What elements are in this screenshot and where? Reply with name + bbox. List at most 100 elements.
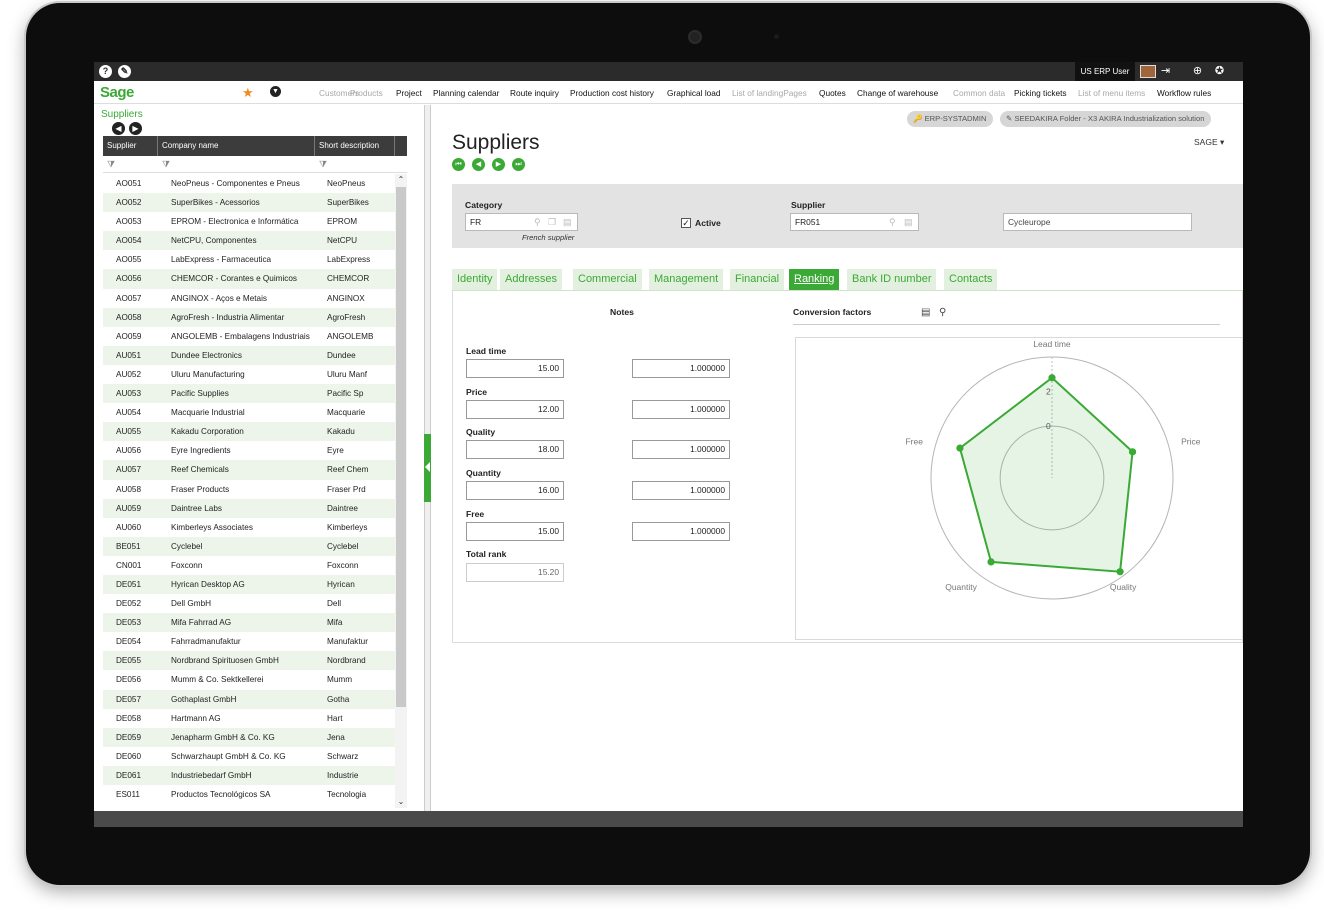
table-row[interactable]: CN001 Foxconn Foxconn — [103, 556, 395, 575]
tab-commercial[interactable]: Commercial — [573, 269, 642, 290]
list-icon[interactable]: ▤ — [563, 214, 572, 230]
wrench-icon[interactable]: ✎ — [118, 65, 131, 78]
table-row[interactable]: AO058 AgroFresh - Industria Alimentar Agro… — [103, 307, 395, 327]
menu-item[interactable]: Common data — [953, 88, 1005, 98]
scrollbar-thumb[interactable] — [396, 187, 406, 707]
col-short-description[interactable]: Short description — [315, 136, 395, 156]
table-row[interactable]: DE057 Gothaplast GmbH Gotha — [103, 689, 395, 709]
table-row[interactable]: AO055 LabExpress - Farmaceutica LabExpress — [103, 250, 395, 269]
table-row[interactable]: DE056 Mumm & Co. Sektkellerei Mumm — [103, 670, 395, 689]
table-row[interactable]: AU053 Pacific Supplies Pacific Sp — [103, 384, 395, 404]
logout-icon[interactable]: ⇥ — [1159, 65, 1172, 78]
menu-item[interactable]: Quotes — [819, 88, 846, 98]
tab-addresses[interactable]: Addresses — [500, 269, 562, 290]
folder-badge[interactable]: ✎ SEEDAKIRA Folder - X3 AKIRA Industrial… — [1000, 111, 1212, 127]
help-icon[interactable]: ? — [99, 65, 112, 78]
factor-field[interactable]: 1.000000 — [632, 359, 730, 378]
search-icon[interactable]: ⚲ — [889, 214, 896, 230]
table-row[interactable]: AU059 Daintree Labs Daintree — [103, 498, 395, 518]
table-row[interactable]: AO057 ANGINOX - Aços e Metais ANGINOX — [103, 289, 395, 308]
table-row[interactable]: DE051 Hyrican Desktop AG Hyrican — [103, 574, 395, 595]
zoom-icon[interactable]: ⚲ — [939, 307, 946, 318]
chevron-down-icon[interactable]: ▼ — [270, 86, 281, 97]
search-icon[interactable]: ⚲ — [534, 214, 541, 230]
factor-field[interactable]: 1.000000 — [632, 521, 730, 541]
table-row[interactable]: AU058 Fraser Products Fraser Prd — [103, 480, 395, 499]
prev-record-icon[interactable]: ◀ — [472, 158, 485, 171]
user-name[interactable]: US ERP User — [1075, 62, 1135, 81]
scroll-up-icon[interactable]: ⌃ — [395, 175, 407, 184]
table-row[interactable]: AU051 Dundee Electronics Dundee — [103, 345, 395, 365]
menu-item[interactable]: Graphical load — [667, 88, 721, 98]
supplier-name-field[interactable]: Cycleurope — [1003, 213, 1192, 231]
table-row[interactable]: DE060 Schwarzhaupt GmbH & Co. KG Schwarz — [103, 747, 395, 766]
note-field[interactable]: 15.00 — [466, 521, 564, 541]
table-row[interactable]: AO056 CHEMCOR - Corantes e Quimicos CHEMCO… — [103, 269, 395, 289]
filter-icon[interactable]: ⧩ — [319, 159, 327, 170]
table-view-icon[interactable]: ▤ — [921, 307, 930, 318]
menu-item[interactable]: Project — [396, 88, 422, 98]
menu-item[interactable]: Route inquiry — [510, 88, 559, 98]
table-row[interactable]: AO052 SuperBikes - Acessorios SuperBikes — [103, 193, 395, 213]
table-row[interactable]: AU052 Uluru Manufacturing Uluru Manf — [103, 365, 395, 384]
folder-selector[interactable]: SAGE ▾ — [1194, 137, 1224, 148]
menu-item[interactable]: List of landingPages — [732, 88, 807, 98]
last-record-icon[interactable]: ⏭ — [512, 158, 525, 171]
table-row[interactable]: DE053 Mifa Fahrrad AG Mifa — [103, 613, 395, 633]
table-row[interactable]: AO059 ANGOLEMB - Embalagens Industriais AN… — [103, 327, 395, 346]
globe-icon[interactable]: ⊕ — [1191, 65, 1204, 78]
first-record-icon[interactable]: ⏮ — [452, 158, 465, 171]
prev-icon[interactable]: ◀ — [112, 122, 125, 135]
table-row[interactable]: ES011 Productos Tecnológicos SA Tecnologia — [103, 785, 395, 804]
tab-identity[interactable]: Identity — [452, 269, 498, 290]
col-company-name[interactable]: Company name — [158, 136, 315, 156]
tab-bank-id-number[interactable]: Bank ID number — [847, 269, 937, 290]
menu-item[interactable]: Products — [350, 88, 383, 98]
active-checkbox[interactable]: ✓ — [681, 218, 691, 228]
next-icon[interactable]: ▶ — [129, 122, 142, 135]
category-field[interactable]: FR ⚲ ❐ ▤ — [465, 213, 578, 231]
help-circle-icon[interactable]: ✪ — [1213, 65, 1226, 78]
menu-item[interactable]: Change of warehouse — [857, 88, 938, 98]
sage-logo[interactable]: Sage — [100, 84, 134, 101]
table-row[interactable]: DE059 Jenapharm GmbH & Co. KG Jena — [103, 727, 395, 747]
table-row[interactable]: DE055 Nordbrand Spirituosen GmbH Nordbrand — [103, 651, 395, 671]
factor-field[interactable]: 1.000000 — [632, 481, 730, 501]
table-row[interactable]: AO051 NeoPneus - Componentes e Pneus NeoPn… — [103, 174, 395, 193]
note-field[interactable]: 15.00 — [466, 359, 564, 378]
note-field[interactable]: 16.00 — [466, 481, 564, 501]
table-row[interactable]: DE058 Hartmann AG Hart — [103, 709, 395, 728]
menu-item[interactable]: Picking tickets — [1014, 88, 1067, 98]
table-row[interactable]: AU056 Eyre Ingredients Eyre — [103, 441, 395, 460]
table-row[interactable]: BE051 Cyclebel Cyclebel — [103, 536, 395, 556]
table-row[interactable]: DE061 Industriebedarf GmbH Industrie — [103, 765, 395, 785]
table-row[interactable]: AO053 EPROM - Electronica e Informática EP… — [103, 212, 395, 231]
menu-item[interactable]: Production cost history — [570, 88, 654, 98]
factor-field[interactable]: 1.000000 — [632, 399, 730, 419]
factor-field[interactable]: 1.000000 — [632, 440, 730, 460]
table-row[interactable]: AU057 Reef Chemicals Reef Chem — [103, 460, 395, 480]
tab-financial[interactable]: Financial — [730, 269, 785, 290]
menu-item[interactable]: Planning calendar — [433, 88, 499, 98]
filter-icon[interactable]: ⧩ — [162, 159, 170, 170]
filter-icon[interactable]: ⧩ — [107, 159, 115, 170]
tab-ranking[interactable]: Ranking — [789, 269, 840, 290]
favorite-star-icon[interactable]: ★ — [242, 85, 254, 101]
note-field[interactable]: 18.00 — [466, 440, 564, 460]
tab-management[interactable]: Management — [649, 269, 724, 290]
user-badge[interactable]: 🔑 ERP-SYSTADMIN — [907, 111, 994, 127]
menu-item[interactable]: Workflow rules — [1157, 88, 1211, 98]
copy-icon[interactable]: ❐ — [548, 214, 556, 230]
tab-contacts[interactable]: Contacts — [944, 269, 998, 290]
collapse-handle[interactable] — [424, 434, 431, 502]
menu-item[interactable]: List of menu items — [1078, 88, 1145, 98]
supplier-field[interactable]: FR051 ⚲ ▤ — [790, 213, 919, 231]
table-row[interactable]: DE052 Dell GmbH Dell — [103, 594, 395, 613]
avatar[interactable] — [1140, 65, 1156, 78]
col-supplier[interactable]: Supplier — [103, 136, 158, 156]
table-row[interactable]: AU060 Kimberleys Associates Kimberleys — [103, 518, 395, 537]
note-field[interactable]: 12.00 — [466, 399, 564, 419]
table-row[interactable]: DE054 Fahrradmanufaktur Manufaktur — [103, 632, 395, 651]
table-row[interactable]: AU054 Macquarie Industrial Macquarie — [103, 403, 395, 422]
table-row[interactable]: AU055 Kakadu Corporation Kakadu — [103, 422, 395, 442]
